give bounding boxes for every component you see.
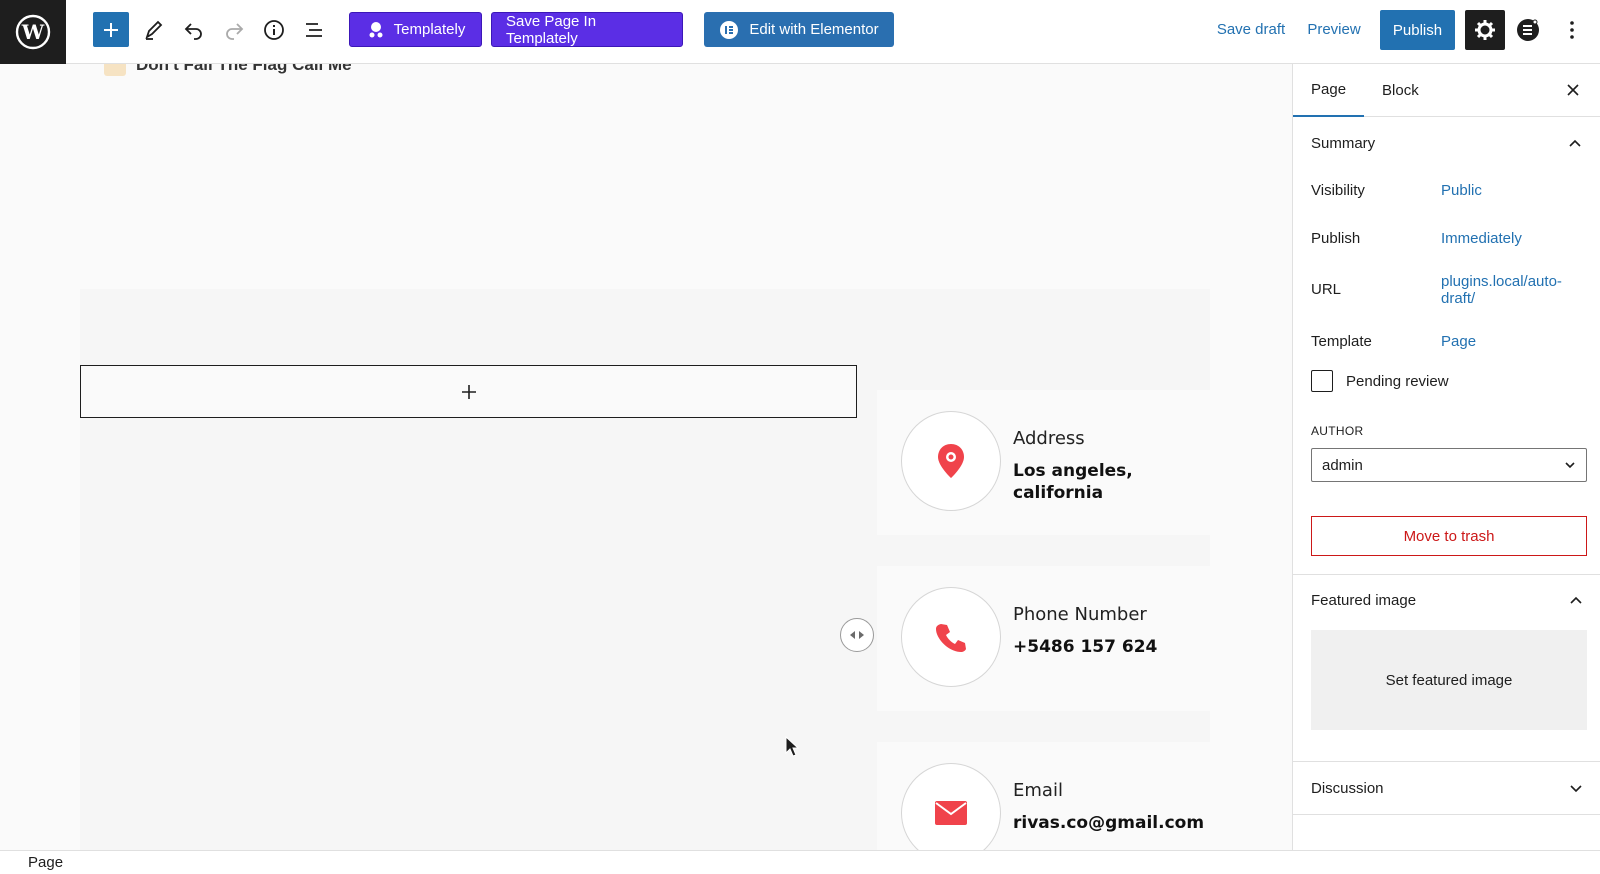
- elementor-icon: [720, 20, 739, 39]
- edit-with-elementor-label: Edit with Elementor: [749, 21, 879, 38]
- close-icon[interactable]: [1564, 81, 1582, 99]
- svg-text:W: W: [21, 20, 45, 44]
- templately-label: Templately: [393, 21, 466, 38]
- block-appender-button[interactable]: [80, 365, 857, 418]
- wordpress-icon: W: [15, 14, 51, 49]
- elementskit-icon: [1517, 19, 1539, 41]
- contact-card-address: Address Los angeles, california: [877, 390, 1210, 535]
- tools-button[interactable]: [136, 12, 172, 48]
- breadcrumb-page[interactable]: Page: [28, 854, 63, 871]
- contact-value: Los angeles, california: [1013, 461, 1133, 503]
- undo-button[interactable]: [176, 12, 212, 48]
- map-pin-icon: [938, 444, 964, 478]
- move-to-trash-label: Move to trash: [1403, 527, 1495, 545]
- url-value[interactable]: plugins.local/auto-draft/: [1441, 273, 1571, 307]
- contact-label: Phone Number: [1013, 604, 1147, 625]
- editor-canvas[interactable]: Don't Fail The Flag Call Me Address Los …: [0, 64, 1292, 850]
- plus-icon: [104, 22, 118, 37]
- block-breadcrumb-bar: Page: [0, 850, 1600, 874]
- set-featured-image-button[interactable]: Set featured image: [1311, 630, 1587, 730]
- visibility-value[interactable]: Public: [1441, 182, 1482, 199]
- url-row: URL plugins.local/auto-draft/: [1293, 273, 1600, 313]
- pending-review-checkbox[interactable]: [1311, 370, 1333, 392]
- contact-card-email: Email rivas.co@gmail.com: [877, 742, 1210, 850]
- summary-panel-toggle[interactable]: Summary: [1293, 117, 1600, 169]
- heading-marker-icon: [104, 64, 126, 76]
- chevron-down-icon: [1570, 785, 1582, 793]
- redo-button[interactable]: [216, 12, 252, 48]
- chevron-down-icon: [1565, 462, 1575, 469]
- settings-sidebar: Page Block Summary Visibility Public Pub…: [1292, 64, 1600, 850]
- mail-icon: [935, 801, 967, 825]
- pending-review-control: Pending review: [1311, 370, 1449, 392]
- list-view-icon: [306, 23, 322, 37]
- save-in-templately-button[interactable]: Save Page In Templately: [491, 12, 683, 47]
- publish-label: Publish: [1392, 21, 1443, 39]
- discussion-title: Discussion: [1311, 779, 1384, 797]
- heading-text: Don't Fail The Flag Call Me: [136, 64, 352, 74]
- featured-image-title: Featured image: [1311, 591, 1417, 609]
- contact-label: Email: [1013, 780, 1063, 801]
- templately-icon: [369, 21, 383, 37]
- info-icon: [264, 20, 284, 40]
- publish-button[interactable]: Publish: [1380, 10, 1455, 50]
- list-view-button[interactable]: [296, 12, 332, 48]
- column-resize-handle[interactable]: [840, 618, 874, 652]
- summary-title: Summary: [1311, 134, 1376, 152]
- page-heading-fragment: Don't Fail The Flag Call Me: [104, 64, 352, 76]
- more-options-button[interactable]: [1554, 12, 1590, 48]
- url-label: URL: [1311, 281, 1342, 298]
- contact-label: Address: [1013, 428, 1085, 449]
- discussion-panel-toggle[interactable]: Discussion: [1293, 762, 1600, 814]
- more-vertical-icon: [1570, 21, 1574, 39]
- visibility-label: Visibility: [1311, 182, 1365, 199]
- resize-arrows-icon: [850, 631, 864, 639]
- settings-button[interactable]: [1465, 10, 1505, 50]
- move-to-trash-button[interactable]: Move to trash: [1311, 516, 1587, 556]
- panel-divider: [1293, 814, 1600, 815]
- publish-label: Publish: [1311, 230, 1361, 247]
- preview-button[interactable]: Preview: [1306, 12, 1362, 47]
- undo-icon: [184, 23, 202, 40]
- edit-with-elementor-button[interactable]: Edit with Elementor: [704, 12, 894, 47]
- template-value[interactable]: Page: [1441, 333, 1476, 350]
- template-label: Template: [1311, 333, 1372, 350]
- author-value: admin: [1322, 456, 1363, 474]
- save-draft-label: Save draft: [1216, 21, 1286, 38]
- phone-icon: [936, 624, 966, 652]
- pencil-icon: [145, 20, 163, 40]
- publish-value[interactable]: Immediately: [1441, 230, 1522, 247]
- add-block-button[interactable]: [93, 12, 129, 47]
- contact-value: +5486 157 624: [1013, 637, 1158, 657]
- featured-image-panel-toggle[interactable]: Featured image: [1293, 574, 1600, 626]
- author-select[interactable]: admin: [1311, 448, 1587, 482]
- details-button[interactable]: [256, 12, 292, 48]
- templately-button[interactable]: Templately: [349, 12, 482, 47]
- email-icon-circle: [901, 763, 1001, 850]
- plus-icon: [461, 384, 476, 399]
- save-draft-button[interactable]: Save draft: [1214, 12, 1288, 47]
- pending-review-label: Pending review: [1346, 372, 1449, 390]
- chevron-up-icon: [1569, 139, 1581, 147]
- tab-block[interactable]: Block: [1364, 64, 1437, 117]
- phone-icon-circle: [901, 587, 1001, 687]
- editor-toolbar: W Templately Save Page In Templately Edi…: [0, 0, 1600, 64]
- mouse-cursor-icon: [785, 736, 799, 757]
- gear-icon: [1475, 20, 1495, 40]
- sidebar-tabs: Page Block: [1293, 64, 1600, 117]
- address-icon-circle: [901, 411, 1001, 511]
- save-in-templately-label: Save Page In Templately: [506, 12, 597, 47]
- author-label: AUTHOR: [1311, 424, 1364, 438]
- contact-card-phone: Phone Number +5486 157 624: [877, 566, 1210, 711]
- redo-icon: [226, 23, 244, 40]
- elementskit-button[interactable]: [1510, 12, 1546, 48]
- contact-value: rivas.co@gmail.com: [1013, 813, 1205, 833]
- wordpress-logo[interactable]: W: [0, 0, 66, 64]
- chevron-up-icon: [1570, 596, 1582, 604]
- tab-page[interactable]: Page: [1293, 64, 1365, 117]
- preview-label: Preview: [1307, 21, 1361, 38]
- set-featured-image-label: Set featured image: [1385, 671, 1513, 689]
